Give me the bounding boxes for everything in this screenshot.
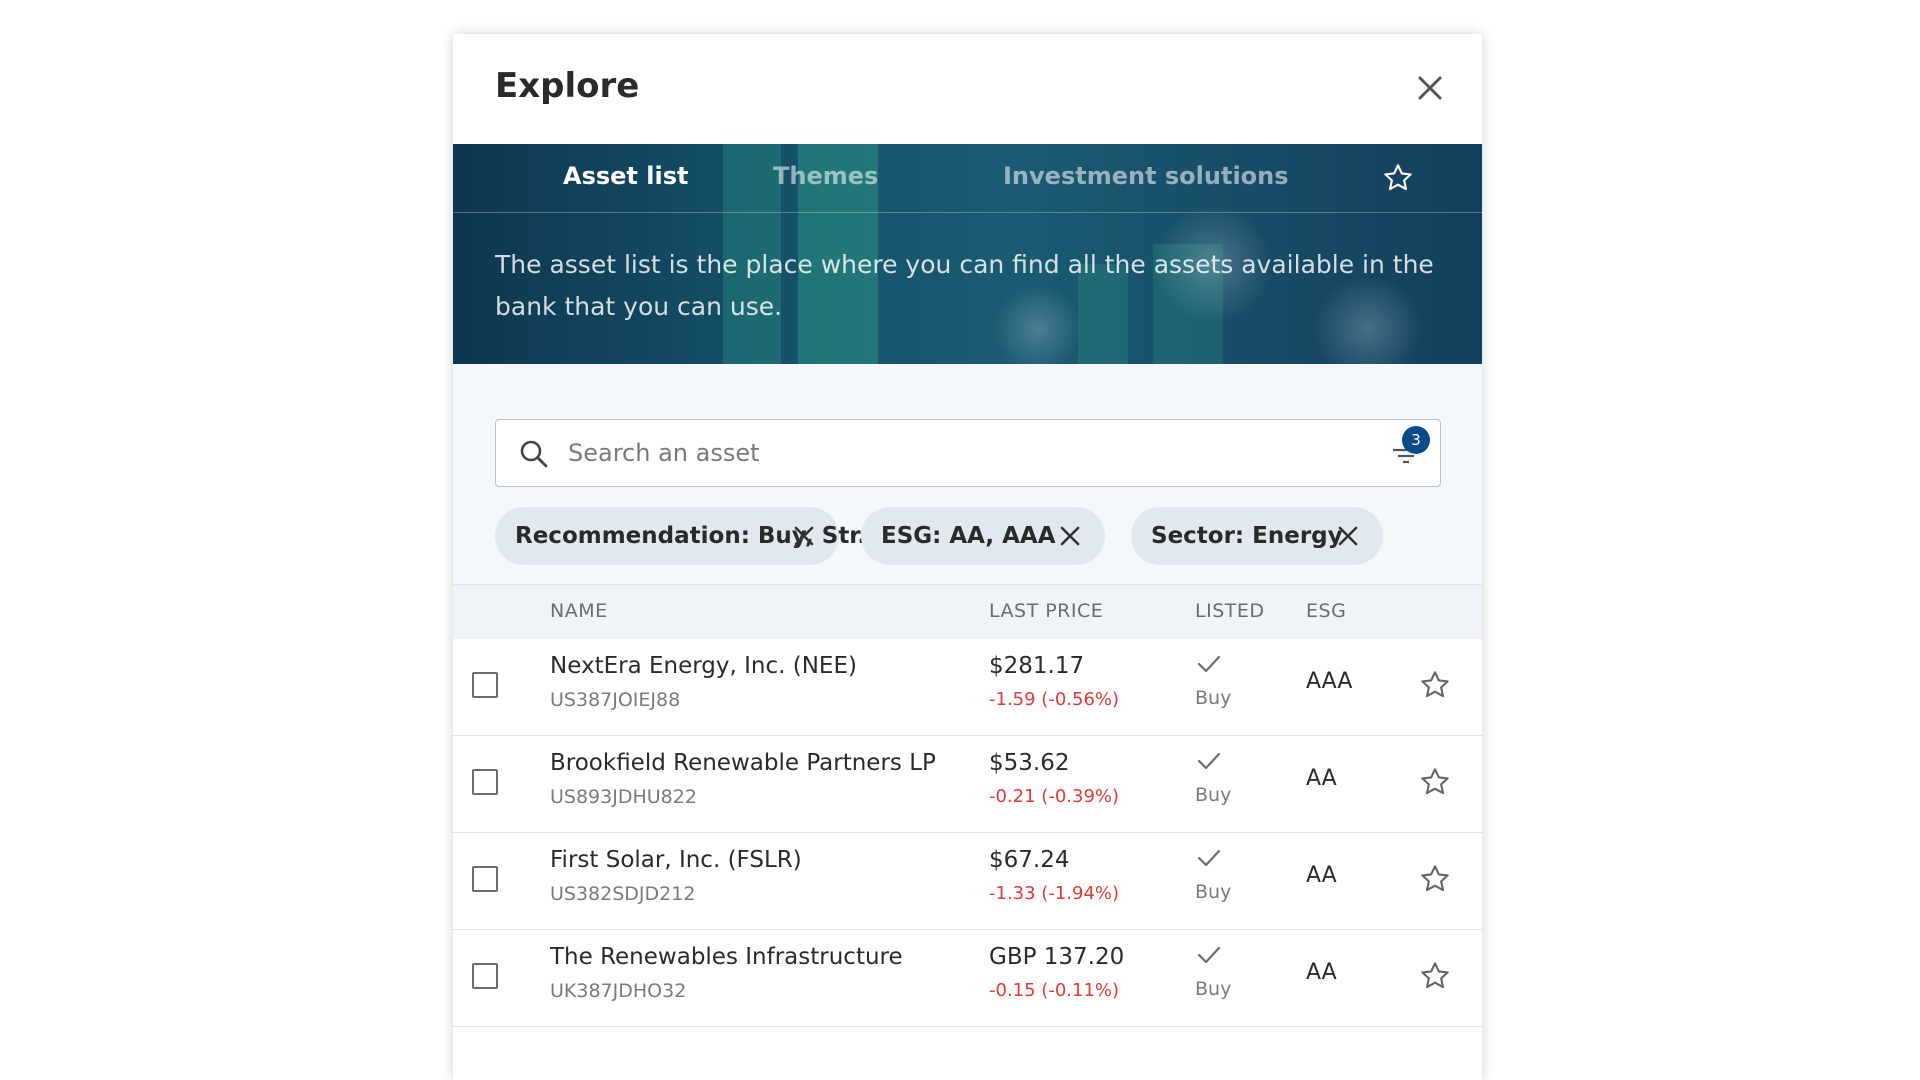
price-change: -1.59 (-0.56%) (989, 689, 1120, 710)
table-row[interactable]: NextEra Energy, Inc. (NEE) US387JOIEJ88 … (453, 639, 1482, 736)
star-icon[interactable] (1419, 669, 1451, 701)
check-icon (1197, 752, 1221, 770)
asset-isin: US387JOIEJ88 (550, 689, 681, 711)
check-icon (1197, 849, 1221, 867)
remove-filter-icon[interactable] (791, 523, 817, 549)
search-input[interactable] (566, 430, 1350, 476)
table-row[interactable]: The Renewables Infrastructure UK387JDHO3… (453, 930, 1482, 1027)
asset-name[interactable]: Brookfield Renewable Partners LP (550, 750, 936, 776)
dialog-title: Explore (495, 66, 640, 106)
filter-count-badge: 3 (1402, 426, 1430, 454)
tab-investment-solutions[interactable]: Investment solutions (1003, 162, 1289, 190)
asset-name[interactable]: The Renewables Infrastructure (550, 944, 903, 970)
listed-recommendation: Buy (1195, 881, 1232, 903)
table-row[interactable]: First Solar, Inc. (FSLR) US382SDJD212 $6… (453, 833, 1482, 930)
star-icon[interactable] (1419, 960, 1451, 992)
filter-chip-label: Recommendation: Buy, Str... (515, 523, 884, 549)
check-icon (1197, 655, 1221, 673)
star-icon[interactable] (1419, 863, 1451, 895)
tab-themes[interactable]: Themes (773, 162, 878, 190)
asset-table: NextEra Energy, Inc. (NEE) US387JOIEJ88 … (453, 639, 1482, 1027)
column-header-name[interactable]: NAME (550, 600, 608, 622)
price-change: -0.15 (-0.11%) (989, 980, 1120, 1001)
filter-chip-recommendation: Recommendation: Buy, Str... (495, 507, 884, 565)
row-checkbox[interactable] (472, 866, 498, 892)
column-header-listed[interactable]: LISTED (1195, 600, 1265, 622)
esg-rating: AAA (1306, 669, 1353, 694)
esg-rating: AA (1306, 863, 1337, 888)
remove-filter-icon[interactable] (1335, 523, 1361, 549)
star-icon[interactable] (1419, 766, 1451, 798)
listed-recommendation: Buy (1195, 978, 1232, 1000)
price-change: -1.33 (-1.94%) (989, 883, 1120, 904)
column-header-last-price[interactable]: LAST PRICE (989, 600, 1103, 622)
asset-isin: US893JDHU822 (550, 786, 697, 808)
search-icon (520, 440, 548, 468)
esg-rating: AA (1306, 766, 1337, 791)
table-header: NAME LAST PRICE LISTED ESG (453, 584, 1482, 640)
dialog-header: Explore (453, 34, 1482, 144)
filter-chip-label: ESG: AA, AAA (881, 523, 1056, 549)
search-box: 3 (495, 419, 1441, 487)
star-icon[interactable] (1382, 162, 1414, 194)
banner-description: The asset list is the place where you ca… (495, 250, 1434, 321)
last-price: $53.62 (989, 750, 1070, 776)
row-checkbox[interactable] (472, 769, 498, 795)
listed-recommendation: Buy (1195, 784, 1232, 806)
row-checkbox[interactable] (472, 672, 498, 698)
remove-filter-icon[interactable] (1057, 523, 1083, 549)
price-change: -0.21 (-0.39%) (989, 786, 1120, 807)
filter-chip-label: Sector: Energy (1151, 523, 1343, 549)
asset-isin: US382SDJD212 (550, 883, 696, 905)
last-price: GBP 137.20 (989, 944, 1125, 970)
filter-chip-sector: Sector: Energy (1131, 507, 1383, 565)
last-price: $67.24 (989, 847, 1070, 873)
filter-button[interactable]: 3 (1388, 426, 1430, 472)
last-price: $281.17 (989, 653, 1085, 679)
column-header-esg[interactable]: ESG (1306, 600, 1346, 622)
row-checkbox[interactable] (472, 963, 498, 989)
asset-name[interactable]: NextEra Energy, Inc. (NEE) (550, 653, 857, 679)
table-row[interactable]: Brookfield Renewable Partners LP US893JD… (453, 736, 1482, 833)
tab-bar: Asset list Themes Investment solutions (453, 144, 1482, 213)
asset-list-banner: Asset list Themes Investment solutions T… (453, 144, 1482, 364)
explore-dialog: Explore Asset list Themes Investment sol… (453, 34, 1482, 1080)
asset-name[interactable]: First Solar, Inc. (FSLR) (550, 847, 802, 873)
check-icon (1197, 946, 1221, 964)
tab-asset-list[interactable]: Asset list (563, 162, 688, 190)
asset-isin: UK387JDHO32 (550, 980, 687, 1002)
listed-recommendation: Buy (1195, 687, 1232, 709)
filter-chip-esg: ESG: AA, AAA (861, 507, 1105, 565)
esg-rating: AA (1306, 960, 1337, 985)
close-icon[interactable] (1412, 70, 1448, 106)
